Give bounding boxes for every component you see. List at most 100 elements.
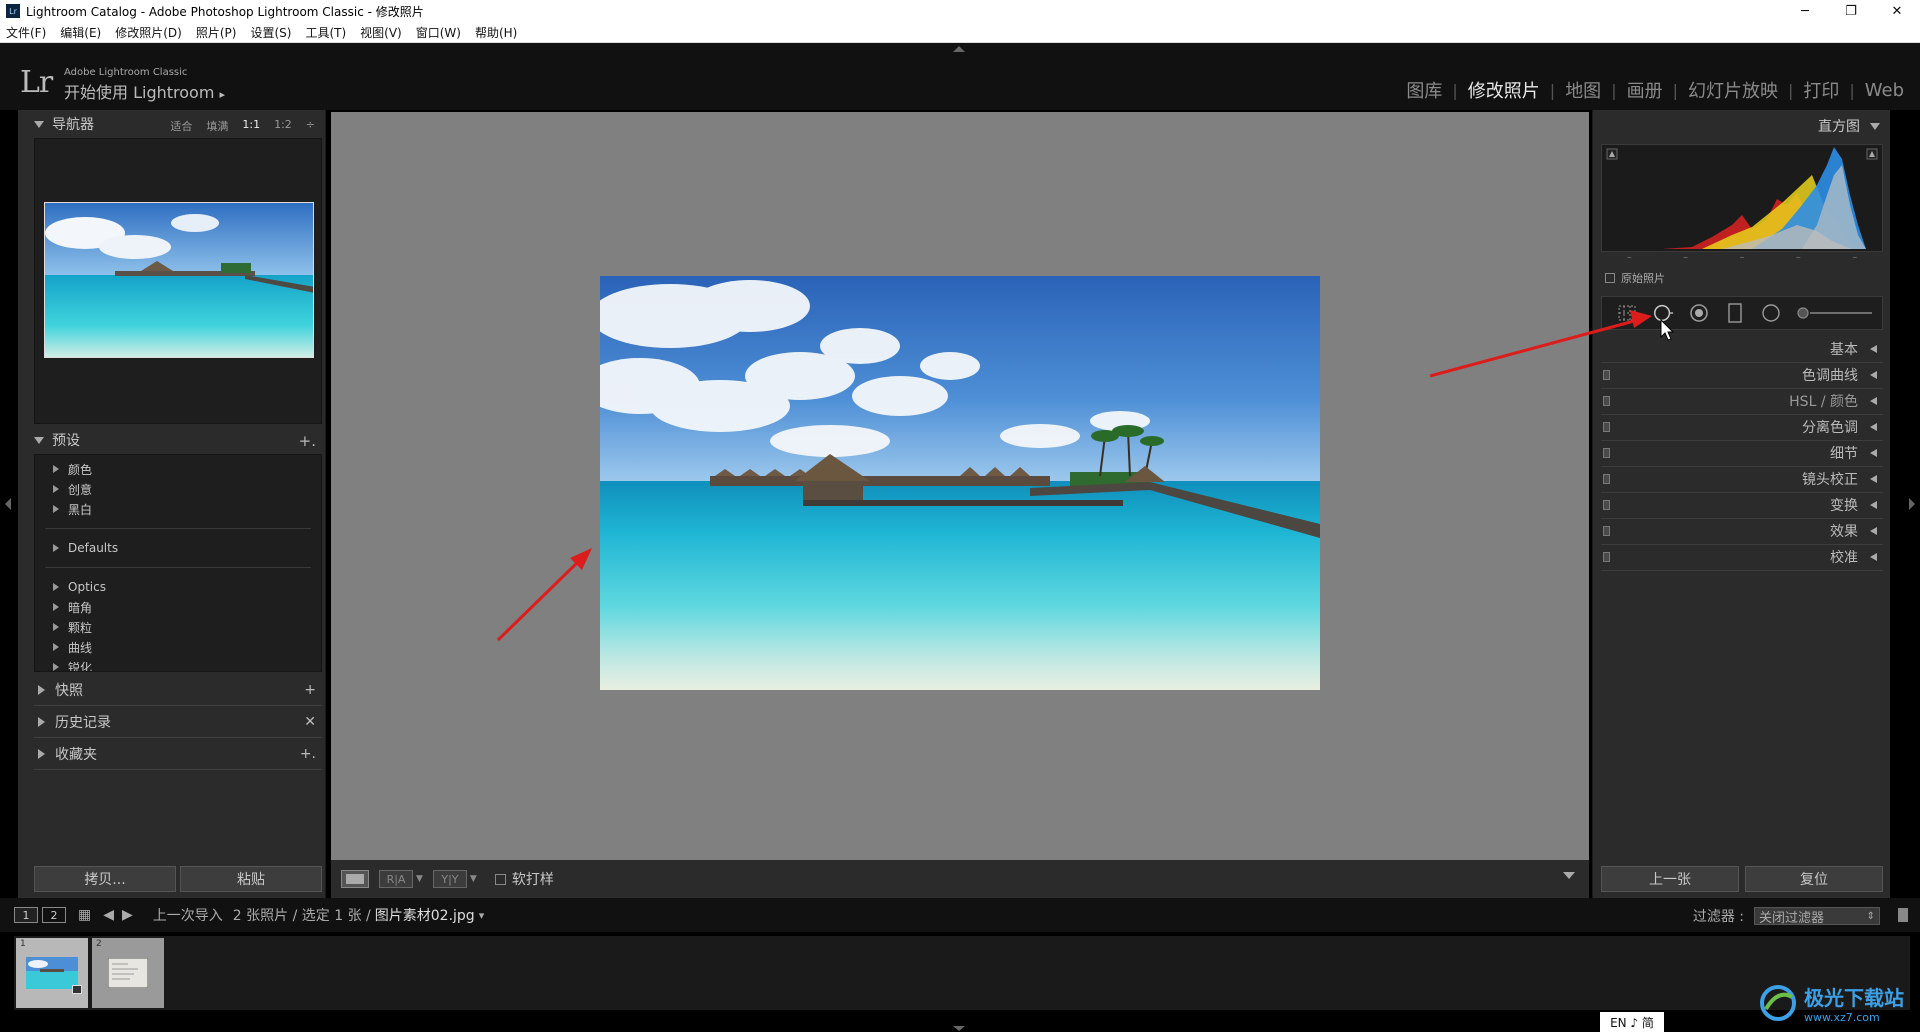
add-preset-icon[interactable]: +.: [299, 432, 316, 450]
top-panel-collapse-icon[interactable]: [953, 46, 965, 52]
left-panel-collapse-icon[interactable]: [5, 498, 11, 510]
filter-lock-icon[interactable]: [1898, 908, 1908, 922]
softproof-checkbox[interactable]: [494, 873, 506, 885]
menu-edit[interactable]: 编辑(E): [60, 24, 101, 41]
module-develop[interactable]: 修改照片: [1458, 77, 1550, 103]
section-transform[interactable]: 变换: [1601, 492, 1883, 519]
zoom-more-icon[interactable]: ÷: [306, 118, 315, 134]
preset-group-optics[interactable]: Optics: [35, 577, 321, 597]
navigator-header[interactable]: 导航器 适合 填满 1:1 1:2 ÷: [18, 110, 325, 138]
preset-group-grain[interactable]: 颗粒: [35, 617, 321, 637]
module-slideshow[interactable]: 幻灯片放映: [1678, 77, 1788, 103]
original-photo-toggle[interactable]: 原始照片: [1605, 270, 1665, 286]
zoom-1-1[interactable]: 1:1: [242, 118, 260, 134]
section-calibration[interactable]: 校准: [1601, 544, 1883, 571]
preset-group-defaults[interactable]: Defaults: [35, 538, 321, 558]
radial-filter-icon[interactable]: [1760, 302, 1782, 324]
maximize-button[interactable]: ❐: [1828, 0, 1874, 22]
forward-arrow-icon[interactable]: ▶: [122, 907, 133, 923]
preset-group-color[interactable]: 颜色: [35, 459, 321, 479]
loupe-view[interactable]: [331, 112, 1589, 860]
zoom-fit[interactable]: 适合: [170, 118, 192, 134]
module-book[interactable]: 画册: [1617, 77, 1673, 103]
before-after-dropdown-icon[interactable]: ▼: [416, 874, 423, 884]
menu-photo[interactable]: 照片(P): [196, 24, 237, 41]
preset-group-creative[interactable]: 创意: [35, 479, 321, 499]
preset-group-vignette[interactable]: 暗角: [35, 597, 321, 617]
menu-tools[interactable]: 工具(T): [305, 24, 346, 41]
panel-switch-icon[interactable]: [1603, 448, 1610, 458]
menu-file[interactable]: 文件(F): [6, 24, 46, 41]
red-eye-tool-icon[interactable]: [1688, 302, 1710, 324]
filmstrip-thumbnail-2[interactable]: 2: [92, 938, 164, 1008]
preset-group-curve[interactable]: 曲线: [35, 637, 321, 657]
histogram-header[interactable]: 直方图: [1818, 116, 1880, 136]
filename-dropdown-icon[interactable]: ▾: [479, 909, 485, 922]
graduated-filter-icon[interactable]: [1724, 302, 1746, 324]
add-snapshot-icon[interactable]: +: [304, 682, 316, 698]
window-1-button[interactable]: 1: [14, 907, 38, 923]
back-arrow-icon[interactable]: ◀: [103, 907, 114, 923]
panel-switch-icon[interactable]: [1603, 422, 1610, 432]
filmstrip-thumbnail-1[interactable]: 1: [16, 938, 88, 1008]
previous-button[interactable]: 上一张: [1601, 866, 1739, 892]
panel-switch-icon[interactable]: [1603, 396, 1610, 406]
identity-plate[interactable]: 开始使用 Lightroom ▸: [64, 79, 225, 103]
crop-tool-icon[interactable]: [1616, 302, 1638, 324]
navigator-thumbnail[interactable]: [44, 202, 314, 358]
histogram[interactable]: [1601, 144, 1883, 252]
snapshots-header[interactable]: 快照 +: [34, 674, 322, 706]
collections-header[interactable]: 收藏夹 +.: [34, 738, 322, 770]
menu-window[interactable]: 窗口(W): [416, 24, 461, 41]
original-photo-checkbox[interactable]: [1605, 273, 1615, 283]
zoom-fill[interactable]: 填满: [206, 118, 228, 134]
source-label[interactable]: 上一次导入: [153, 905, 223, 925]
right-panel-collapse-icon[interactable]: [1909, 498, 1915, 510]
clear-history-icon[interactable]: ✕: [304, 714, 316, 730]
section-split-toning[interactable]: 分离色调: [1601, 414, 1883, 441]
paste-settings-button[interactable]: 粘贴: [180, 866, 322, 892]
presets-header[interactable]: 预设 +.: [18, 426, 326, 454]
zoom-1-2[interactable]: 1:2: [274, 118, 292, 134]
section-lens-correction[interactable]: 镜头校正: [1601, 466, 1883, 493]
grid-view-icon[interactable]: ▦: [78, 907, 91, 923]
before-after-button[interactable]: R|A: [379, 870, 413, 888]
section-basic[interactable]: 基本: [1601, 336, 1883, 363]
preset-group-sharpen[interactable]: 锐化: [35, 657, 321, 671]
section-effects[interactable]: 效果: [1601, 518, 1883, 545]
swap-dropdown-icon[interactable]: ▼: [470, 874, 477, 884]
filter-select[interactable]: 关闭过滤器 ⇕: [1754, 907, 1880, 926]
panel-switch-icon[interactable]: [1603, 526, 1610, 536]
before-after-swap-button[interactable]: Y|Y: [432, 870, 467, 888]
close-button[interactable]: ✕: [1874, 0, 1920, 22]
menu-help[interactable]: 帮助(H): [475, 24, 517, 41]
preset-group-bw[interactable]: 黑白: [35, 499, 321, 519]
current-filename[interactable]: 图片素材02.jpg: [375, 905, 475, 925]
panel-switch-icon[interactable]: [1603, 552, 1610, 562]
ime-indicator[interactable]: EN ♪ 简: [1600, 1012, 1664, 1032]
module-web[interactable]: Web: [1855, 80, 1914, 101]
module-library[interactable]: 图库: [1396, 77, 1452, 103]
copy-settings-button[interactable]: 拷贝...: [34, 866, 176, 892]
spot-removal-tool-icon[interactable]: [1652, 302, 1674, 324]
menu-view[interactable]: 视图(V): [360, 24, 402, 41]
reset-button[interactable]: 复位: [1745, 866, 1883, 892]
adjustment-brush-icon[interactable]: [1796, 302, 1876, 324]
section-tone-curve[interactable]: 色调曲线: [1601, 362, 1883, 389]
toolbar-options-icon[interactable]: [1563, 872, 1575, 879]
bottom-panel-collapse-icon[interactable]: [953, 1026, 965, 1031]
main-photo[interactable]: [600, 276, 1320, 690]
panel-switch-icon[interactable]: [1603, 474, 1610, 484]
panel-switch-icon[interactable]: [1603, 370, 1610, 380]
panel-switch-icon[interactable]: [1603, 500, 1610, 510]
minimize-button[interactable]: ─: [1782, 0, 1828, 22]
section-detail[interactable]: 细节: [1601, 440, 1883, 467]
add-collection-icon[interactable]: +.: [300, 746, 316, 762]
module-map[interactable]: 地图: [1555, 77, 1611, 103]
loupe-view-button[interactable]: [341, 870, 369, 888]
history-header[interactable]: 历史记录 ✕: [34, 706, 322, 738]
window-2-button[interactable]: 2: [42, 907, 66, 923]
menu-settings[interactable]: 设置(S): [250, 24, 291, 41]
section-hsl[interactable]: HSL / 颜色: [1601, 388, 1883, 415]
menu-develop[interactable]: 修改照片(D): [115, 24, 182, 41]
